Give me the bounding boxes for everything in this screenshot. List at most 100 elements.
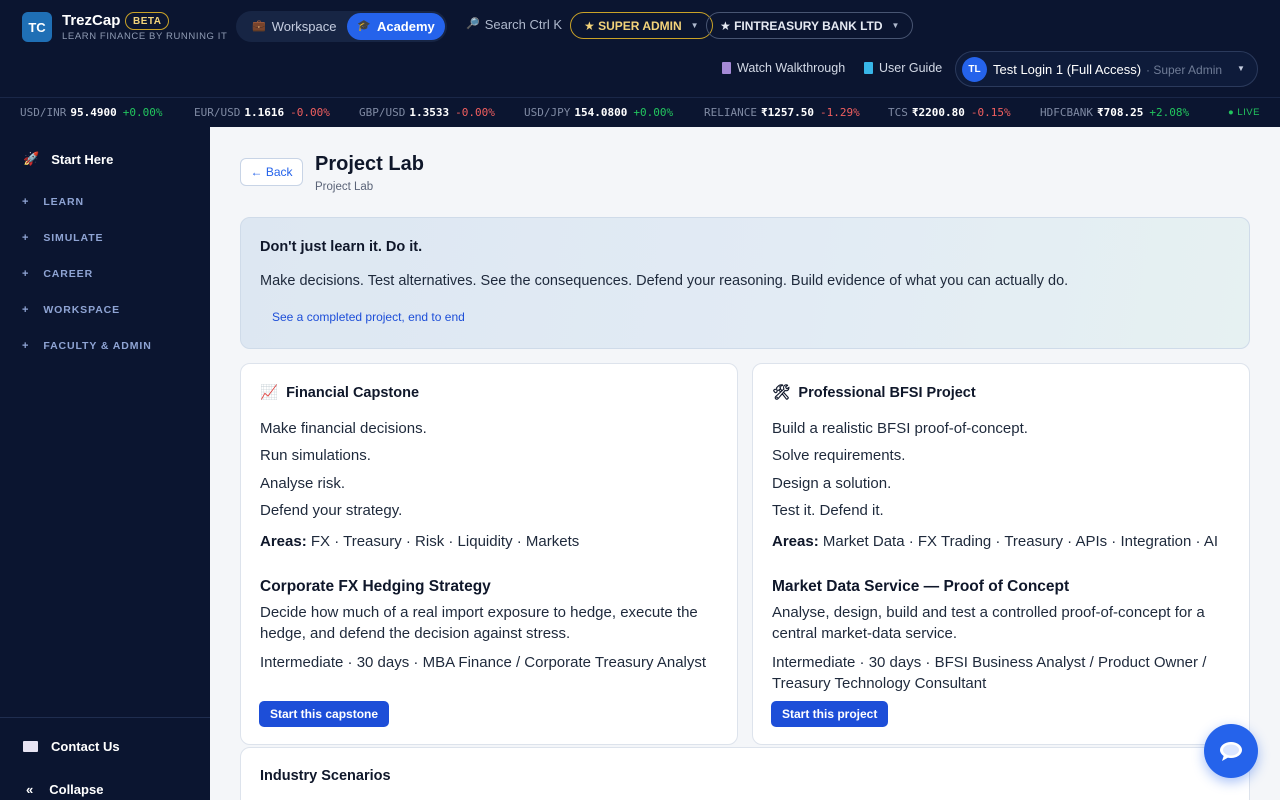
top-header: TC TrezCap BETA LEARN FINANCE BY RUNNING… bbox=[0, 0, 1280, 97]
ticker-item: EUR/USD 1.1616 -0.00% bbox=[194, 106, 330, 119]
project-title: Market Data Service — Proof of Concept bbox=[772, 578, 1070, 595]
contact-us-link[interactable]: Contact Us bbox=[23, 739, 120, 754]
project-description: Decide how much of a real import exposur… bbox=[260, 604, 698, 642]
main-content: ← Back Project Lab Project Lab Don't jus… bbox=[210, 127, 1280, 800]
plus-icon: + bbox=[22, 196, 30, 208]
section-label: CAREER bbox=[43, 268, 94, 280]
chevron-down-icon: ▼ bbox=[891, 21, 900, 30]
card-header: 🛠 Professional BFSI Project bbox=[772, 384, 976, 402]
card-title: Financial Capstone bbox=[286, 384, 420, 401]
areas-list: Market Data · FX Trading · Treasury · AP… bbox=[822, 533, 1219, 550]
logo-badge[interactable]: TC bbox=[22, 12, 52, 42]
start-project-button[interactable]: Start this project bbox=[771, 701, 889, 727]
areas-label: Areas: bbox=[260, 533, 307, 550]
sidebar-section-faculty-admin[interactable]: + FACULTY & ADMIN bbox=[22, 340, 152, 352]
sidebar-section-learn[interactable]: + LEARN bbox=[22, 196, 84, 208]
ticker-item: RELIANCE ₹1257.50 -1.29% bbox=[704, 106, 860, 119]
ticker-item: TCS ₹2200.80 -0.15% bbox=[888, 106, 1011, 119]
project-meta: Intermediate · 30 days · MBA Finance / C… bbox=[260, 654, 707, 671]
chat-bubble-icon bbox=[1220, 742, 1242, 761]
sidebar-divider bbox=[0, 717, 210, 718]
search-label: Search Ctrl K bbox=[484, 17, 563, 32]
mode-switch: 💼 Workspace 🎓 Academy bbox=[236, 11, 447, 42]
bank-selector[interactable]: ★ FINTREASURY BANK LTD ▼ bbox=[706, 12, 914, 39]
collapse-label: Collapse bbox=[49, 782, 104, 797]
user-role: · Super Admin bbox=[1146, 63, 1223, 77]
card-line: Solve requirements. bbox=[772, 447, 906, 465]
brand-tagline: LEARN FINANCE BY RUNNING IT bbox=[62, 31, 228, 42]
beta-badge: BETA bbox=[125, 12, 170, 30]
back-button[interactable]: ← Back bbox=[240, 158, 303, 186]
workspace-mode-button[interactable]: 💼 Workspace bbox=[240, 13, 349, 40]
industry-scenarios-section: Industry Scenarios bbox=[240, 747, 1250, 800]
search-button[interactable]: 🔎 Search Ctrl K bbox=[466, 17, 562, 32]
card-line: Defend your strategy. bbox=[260, 501, 403, 519]
plus-icon: + bbox=[22, 232, 30, 244]
ticker-item: USD/INR 95.4900 +0.00% bbox=[20, 106, 163, 119]
section-label: WORKSPACE bbox=[43, 304, 121, 316]
project-meta: Intermediate · 30 days · BFSI Business A… bbox=[772, 654, 1207, 692]
chevron-down-icon: ▼ bbox=[690, 21, 699, 30]
sidebar-section-career[interactable]: + CAREER bbox=[22, 268, 93, 280]
card-title: Professional BFSI Project bbox=[798, 384, 976, 401]
chat-button[interactable] bbox=[1204, 724, 1258, 778]
hero-banner: Don't just learn it. Do it. Make decisio… bbox=[240, 217, 1250, 349]
sidebar-section-workspace[interactable]: + WORKSPACE bbox=[22, 304, 120, 316]
bank-label: ★ FINTREASURY BANK LTD bbox=[720, 18, 883, 33]
hero-title: Don't just learn it. Do it. bbox=[260, 239, 423, 255]
live-indicator: ● LIVE bbox=[1228, 107, 1260, 118]
project-description: Analyse, design, build and test a contro… bbox=[772, 604, 1205, 642]
walkthrough-label: Watch Walkthrough bbox=[737, 61, 846, 75]
book-icon bbox=[864, 62, 873, 74]
watch-walkthrough-link[interactable]: Watch Walkthrough bbox=[722, 61, 845, 75]
card-areas: Areas: FX · Treasury · Risk · Liquidity … bbox=[260, 533, 579, 550]
start-capstone-button[interactable]: Start this capstone bbox=[259, 701, 390, 727]
card-lines: Build a realistic BFSI proof-of-concept.… bbox=[772, 419, 1028, 528]
sidebar-item-start-here[interactable]: 🚀 Start Here bbox=[23, 151, 113, 167]
brand-name[interactable]: TrezCap bbox=[62, 12, 120, 29]
chart-up-icon: 📈 bbox=[260, 385, 279, 401]
plus-icon: + bbox=[22, 340, 30, 352]
completed-project-link[interactable]: See a completed project, end to end bbox=[272, 310, 465, 324]
areas-label: Areas: bbox=[772, 533, 819, 550]
card-lines: Make financial decisions. Run simulation… bbox=[260, 419, 427, 528]
double-chevron-left-icon: « bbox=[26, 782, 34, 797]
guide-label: User Guide bbox=[879, 61, 943, 75]
user-menu[interactable]: TL Test Login 1 (Full Access) · Super Ad… bbox=[955, 51, 1258, 87]
page-title: Project Lab bbox=[315, 153, 424, 175]
section-label: LEARN bbox=[43, 196, 84, 208]
ticker-item: USD/JPY 154.0800 +0.00% bbox=[524, 106, 674, 119]
tools-icon: 🛠 bbox=[772, 385, 791, 401]
card-line: Design a solution. bbox=[772, 474, 892, 492]
user-name: Test Login 1 (Full Access) bbox=[993, 62, 1142, 77]
avatar: TL bbox=[962, 57, 987, 82]
project-title: Corporate FX Hedging Strategy bbox=[260, 578, 491, 595]
chevron-down-icon: ▼ bbox=[1237, 64, 1245, 73]
section-title: Industry Scenarios bbox=[260, 768, 391, 784]
mail-icon bbox=[23, 741, 38, 752]
hero-text: Make decisions. Test alternatives. See t… bbox=[260, 273, 1069, 289]
plus-icon: + bbox=[22, 268, 30, 280]
role-selector[interactable]: ★ SUPER ADMIN ▼ bbox=[570, 12, 713, 39]
sidebar-section-simulate[interactable]: + SIMULATE bbox=[22, 232, 103, 244]
collapse-sidebar-button[interactable]: « Collapse bbox=[26, 782, 103, 797]
plus-icon: + bbox=[22, 304, 30, 316]
rocket-icon: 🚀 bbox=[23, 151, 40, 166]
academy-mode-button[interactable]: 🎓 Academy bbox=[347, 13, 445, 40]
card-areas: Areas: Market Data · FX Trading · Treasu… bbox=[772, 533, 1218, 550]
section-label: FACULTY & ADMIN bbox=[43, 340, 152, 352]
briefcase-icon: 💼 bbox=[252, 20, 266, 32]
market-ticker: USD/INR 95.4900 +0.00% EUR/USD 1.1616 -0.00%… bbox=[0, 97, 1280, 127]
card-header: 📈 Financial Capstone bbox=[260, 384, 420, 402]
section-label: SIMULATE bbox=[43, 232, 104, 244]
search-icon: 🔎 bbox=[466, 18, 480, 30]
card-line: Make financial decisions. bbox=[260, 420, 427, 437]
role-label: ★ SUPER ADMIN bbox=[584, 18, 682, 33]
workspace-label: Workspace bbox=[271, 19, 337, 34]
areas-list: FX · Treasury · Risk · Liquidity · Marke… bbox=[310, 533, 580, 550]
user-guide-link[interactable]: User Guide bbox=[864, 61, 942, 75]
contact-label: Contact Us bbox=[51, 739, 120, 754]
sidebar: 🚀 Start Here + LEARN + SIMULATE + CAREER + W… bbox=[0, 127, 210, 800]
ticker-item: GBP/USD 1.3533 -0.00% bbox=[359, 106, 495, 119]
bfsi-project-card: 🛠 Professional BFSI Project Build a real… bbox=[752, 363, 1250, 745]
